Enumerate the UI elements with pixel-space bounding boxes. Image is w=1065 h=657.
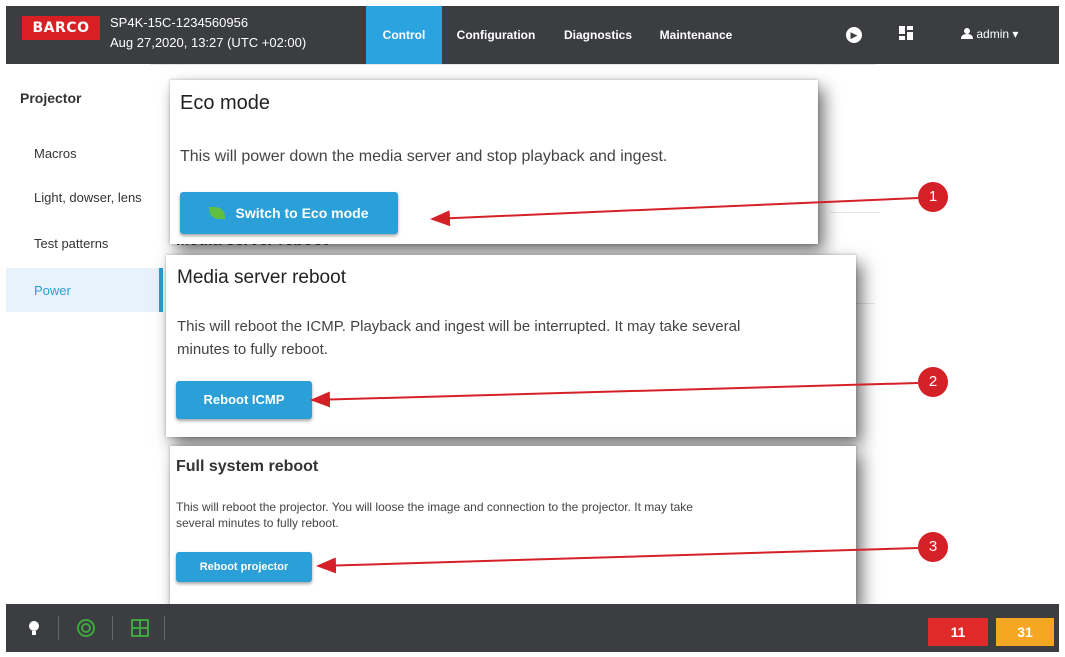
callout-number-3: 3 — [918, 532, 948, 562]
callout-arrows — [310, 197, 919, 574]
callout-arrow-1 — [430, 197, 919, 227]
callout-number-2: 2 — [918, 367, 948, 397]
callout-arrow-3 — [316, 547, 919, 574]
callout-arrow-2 — [310, 382, 919, 408]
callout-number-1: 1 — [918, 182, 948, 212]
